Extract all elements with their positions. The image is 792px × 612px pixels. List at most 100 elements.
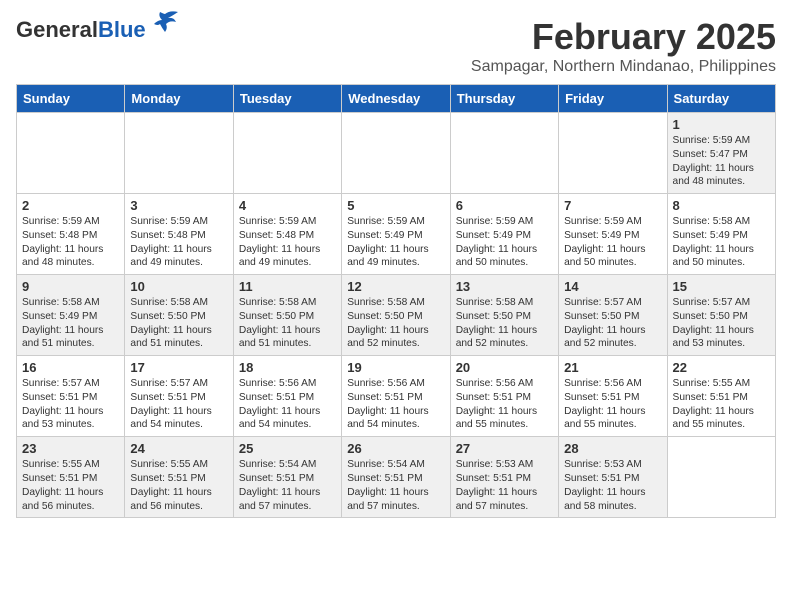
calendar-header-thursday: Thursday — [450, 85, 558, 113]
calendar-body: 1 Sunrise: 5:59 AM Sunset: 5:47 PM Daylig… — [17, 113, 776, 518]
day-number: 1 — [673, 117, 770, 132]
day-info: Sunrise: 5:56 AM Sunset: 5:51 PM Dayligh… — [239, 377, 336, 432]
calendar-header-wednesday: Wednesday — [342, 85, 450, 113]
day-number: 25 — [239, 441, 336, 456]
day-number: 5 — [347, 198, 444, 213]
calendar-cell: 17 Sunrise: 5:57 AM Sunset: 5:51 PM Dayli… — [125, 356, 233, 437]
title-section: February 2025 Sampagar, Northern Mindana… — [471, 16, 776, 76]
calendar-header-row: SundayMondayTuesdayWednesdayThursdayFrid… — [17, 85, 776, 113]
calendar-cell — [342, 113, 450, 194]
calendar-cell: 1 Sunrise: 5:59 AM Sunset: 5:47 PM Daylig… — [667, 113, 775, 194]
calendar-week-row: 1 Sunrise: 5:59 AM Sunset: 5:47 PM Daylig… — [17, 113, 776, 194]
day-info: Sunrise: 5:57 AM Sunset: 5:51 PM Dayligh… — [130, 377, 227, 432]
day-number: 6 — [456, 198, 553, 213]
calendar: SundayMondayTuesdayWednesdayThursdayFrid… — [16, 84, 776, 518]
calendar-cell — [233, 113, 341, 194]
calendar-cell: 8 Sunrise: 5:58 AM Sunset: 5:49 PM Daylig… — [667, 194, 775, 275]
day-info: Sunrise: 5:56 AM Sunset: 5:51 PM Dayligh… — [347, 377, 444, 432]
day-info: Sunrise: 5:57 AM Sunset: 5:51 PM Dayligh… — [22, 377, 119, 432]
day-number: 10 — [130, 279, 227, 294]
day-info: Sunrise: 5:57 AM Sunset: 5:50 PM Dayligh… — [673, 296, 770, 351]
day-info: Sunrise: 5:59 AM Sunset: 5:49 PM Dayligh… — [564, 215, 661, 270]
day-info: Sunrise: 5:57 AM Sunset: 5:50 PM Dayligh… — [564, 296, 661, 351]
calendar-cell — [667, 437, 775, 518]
day-info: Sunrise: 5:56 AM Sunset: 5:51 PM Dayligh… — [564, 377, 661, 432]
month-year: February 2025 — [471, 16, 776, 58]
day-info: Sunrise: 5:58 AM Sunset: 5:50 PM Dayligh… — [130, 296, 227, 351]
calendar-cell: 11 Sunrise: 5:58 AM Sunset: 5:50 PM Dayli… — [233, 275, 341, 356]
day-number: 23 — [22, 441, 119, 456]
day-number: 8 — [673, 198, 770, 213]
day-info: Sunrise: 5:53 AM Sunset: 5:51 PM Dayligh… — [456, 458, 553, 513]
calendar-header-friday: Friday — [559, 85, 667, 113]
day-number: 7 — [564, 198, 661, 213]
calendar-cell: 9 Sunrise: 5:58 AM Sunset: 5:49 PM Daylig… — [17, 275, 125, 356]
day-info: Sunrise: 5:58 AM Sunset: 5:49 PM Dayligh… — [22, 296, 119, 351]
calendar-cell: 16 Sunrise: 5:57 AM Sunset: 5:51 PM Dayli… — [17, 356, 125, 437]
day-info: Sunrise: 5:58 AM Sunset: 5:50 PM Dayligh… — [347, 296, 444, 351]
day-info: Sunrise: 5:59 AM Sunset: 5:49 PM Dayligh… — [347, 215, 444, 270]
calendar-cell: 14 Sunrise: 5:57 AM Sunset: 5:50 PM Dayli… — [559, 275, 667, 356]
day-info: Sunrise: 5:59 AM Sunset: 5:48 PM Dayligh… — [239, 215, 336, 270]
day-number: 18 — [239, 360, 336, 375]
calendar-cell: 23 Sunrise: 5:55 AM Sunset: 5:51 PM Dayli… — [17, 437, 125, 518]
day-info: Sunrise: 5:55 AM Sunset: 5:51 PM Dayligh… — [130, 458, 227, 513]
calendar-cell: 28 Sunrise: 5:53 AM Sunset: 5:51 PM Dayli… — [559, 437, 667, 518]
day-info: Sunrise: 5:59 AM Sunset: 5:49 PM Dayligh… — [456, 215, 553, 270]
day-info: Sunrise: 5:55 AM Sunset: 5:51 PM Dayligh… — [673, 377, 770, 432]
logo-general: General — [16, 17, 98, 42]
day-info: Sunrise: 5:58 AM Sunset: 5:50 PM Dayligh… — [456, 296, 553, 351]
day-number: 2 — [22, 198, 119, 213]
day-info: Sunrise: 5:58 AM Sunset: 5:50 PM Dayligh… — [239, 296, 336, 351]
day-number: 20 — [456, 360, 553, 375]
day-number: 21 — [564, 360, 661, 375]
day-info: Sunrise: 5:59 AM Sunset: 5:48 PM Dayligh… — [22, 215, 119, 270]
day-number: 11 — [239, 279, 336, 294]
day-info: Sunrise: 5:59 AM Sunset: 5:48 PM Dayligh… — [130, 215, 227, 270]
calendar-cell: 20 Sunrise: 5:56 AM Sunset: 5:51 PM Dayli… — [450, 356, 558, 437]
day-info: Sunrise: 5:54 AM Sunset: 5:51 PM Dayligh… — [347, 458, 444, 513]
day-number: 24 — [130, 441, 227, 456]
day-number: 13 — [456, 279, 553, 294]
calendar-cell: 19 Sunrise: 5:56 AM Sunset: 5:51 PM Dayli… — [342, 356, 450, 437]
calendar-cell — [450, 113, 558, 194]
day-number: 22 — [673, 360, 770, 375]
calendar-week-row: 9 Sunrise: 5:58 AM Sunset: 5:49 PM Daylig… — [17, 275, 776, 356]
day-number: 4 — [239, 198, 336, 213]
calendar-cell — [125, 113, 233, 194]
location: Sampagar, Northern Mindanao, Philippines — [471, 58, 776, 76]
day-number: 19 — [347, 360, 444, 375]
day-number: 16 — [22, 360, 119, 375]
logo-bird-icon — [150, 10, 180, 43]
calendar-cell: 4 Sunrise: 5:59 AM Sunset: 5:48 PM Daylig… — [233, 194, 341, 275]
day-number: 9 — [22, 279, 119, 294]
calendar-week-row: 16 Sunrise: 5:57 AM Sunset: 5:51 PM Dayli… — [17, 356, 776, 437]
calendar-cell — [559, 113, 667, 194]
calendar-cell: 10 Sunrise: 5:58 AM Sunset: 5:50 PM Dayli… — [125, 275, 233, 356]
day-info: Sunrise: 5:58 AM Sunset: 5:49 PM Dayligh… — [673, 215, 770, 270]
day-number: 28 — [564, 441, 661, 456]
calendar-header-tuesday: Tuesday — [233, 85, 341, 113]
day-number: 27 — [456, 441, 553, 456]
day-info: Sunrise: 5:56 AM Sunset: 5:51 PM Dayligh… — [456, 377, 553, 432]
day-number: 3 — [130, 198, 227, 213]
calendar-cell: 21 Sunrise: 5:56 AM Sunset: 5:51 PM Dayli… — [559, 356, 667, 437]
calendar-week-row: 23 Sunrise: 5:55 AM Sunset: 5:51 PM Dayli… — [17, 437, 776, 518]
calendar-header-monday: Monday — [125, 85, 233, 113]
calendar-header-saturday: Saturday — [667, 85, 775, 113]
logo: GeneralBlue — [16, 16, 180, 43]
day-info: Sunrise: 5:54 AM Sunset: 5:51 PM Dayligh… — [239, 458, 336, 513]
calendar-cell: 13 Sunrise: 5:58 AM Sunset: 5:50 PM Dayli… — [450, 275, 558, 356]
day-number: 17 — [130, 360, 227, 375]
day-info: Sunrise: 5:55 AM Sunset: 5:51 PM Dayligh… — [22, 458, 119, 513]
calendar-week-row: 2 Sunrise: 5:59 AM Sunset: 5:48 PM Daylig… — [17, 194, 776, 275]
calendar-cell — [17, 113, 125, 194]
calendar-cell: 15Sunrise: 5:57 AM Sunset: 5:50 PM Dayli… — [667, 275, 775, 356]
day-info: Sunrise: 5:53 AM Sunset: 5:51 PM Dayligh… — [564, 458, 661, 513]
calendar-cell: 5 Sunrise: 5:59 AM Sunset: 5:49 PM Daylig… — [342, 194, 450, 275]
calendar-cell: 27 Sunrise: 5:53 AM Sunset: 5:51 PM Dayli… — [450, 437, 558, 518]
day-number: 14 — [564, 279, 661, 294]
day-info: Sunrise: 5:59 AM Sunset: 5:47 PM Dayligh… — [673, 134, 770, 189]
calendar-cell: 7 Sunrise: 5:59 AM Sunset: 5:49 PM Daylig… — [559, 194, 667, 275]
calendar-cell: 18 Sunrise: 5:56 AM Sunset: 5:51 PM Dayli… — [233, 356, 341, 437]
